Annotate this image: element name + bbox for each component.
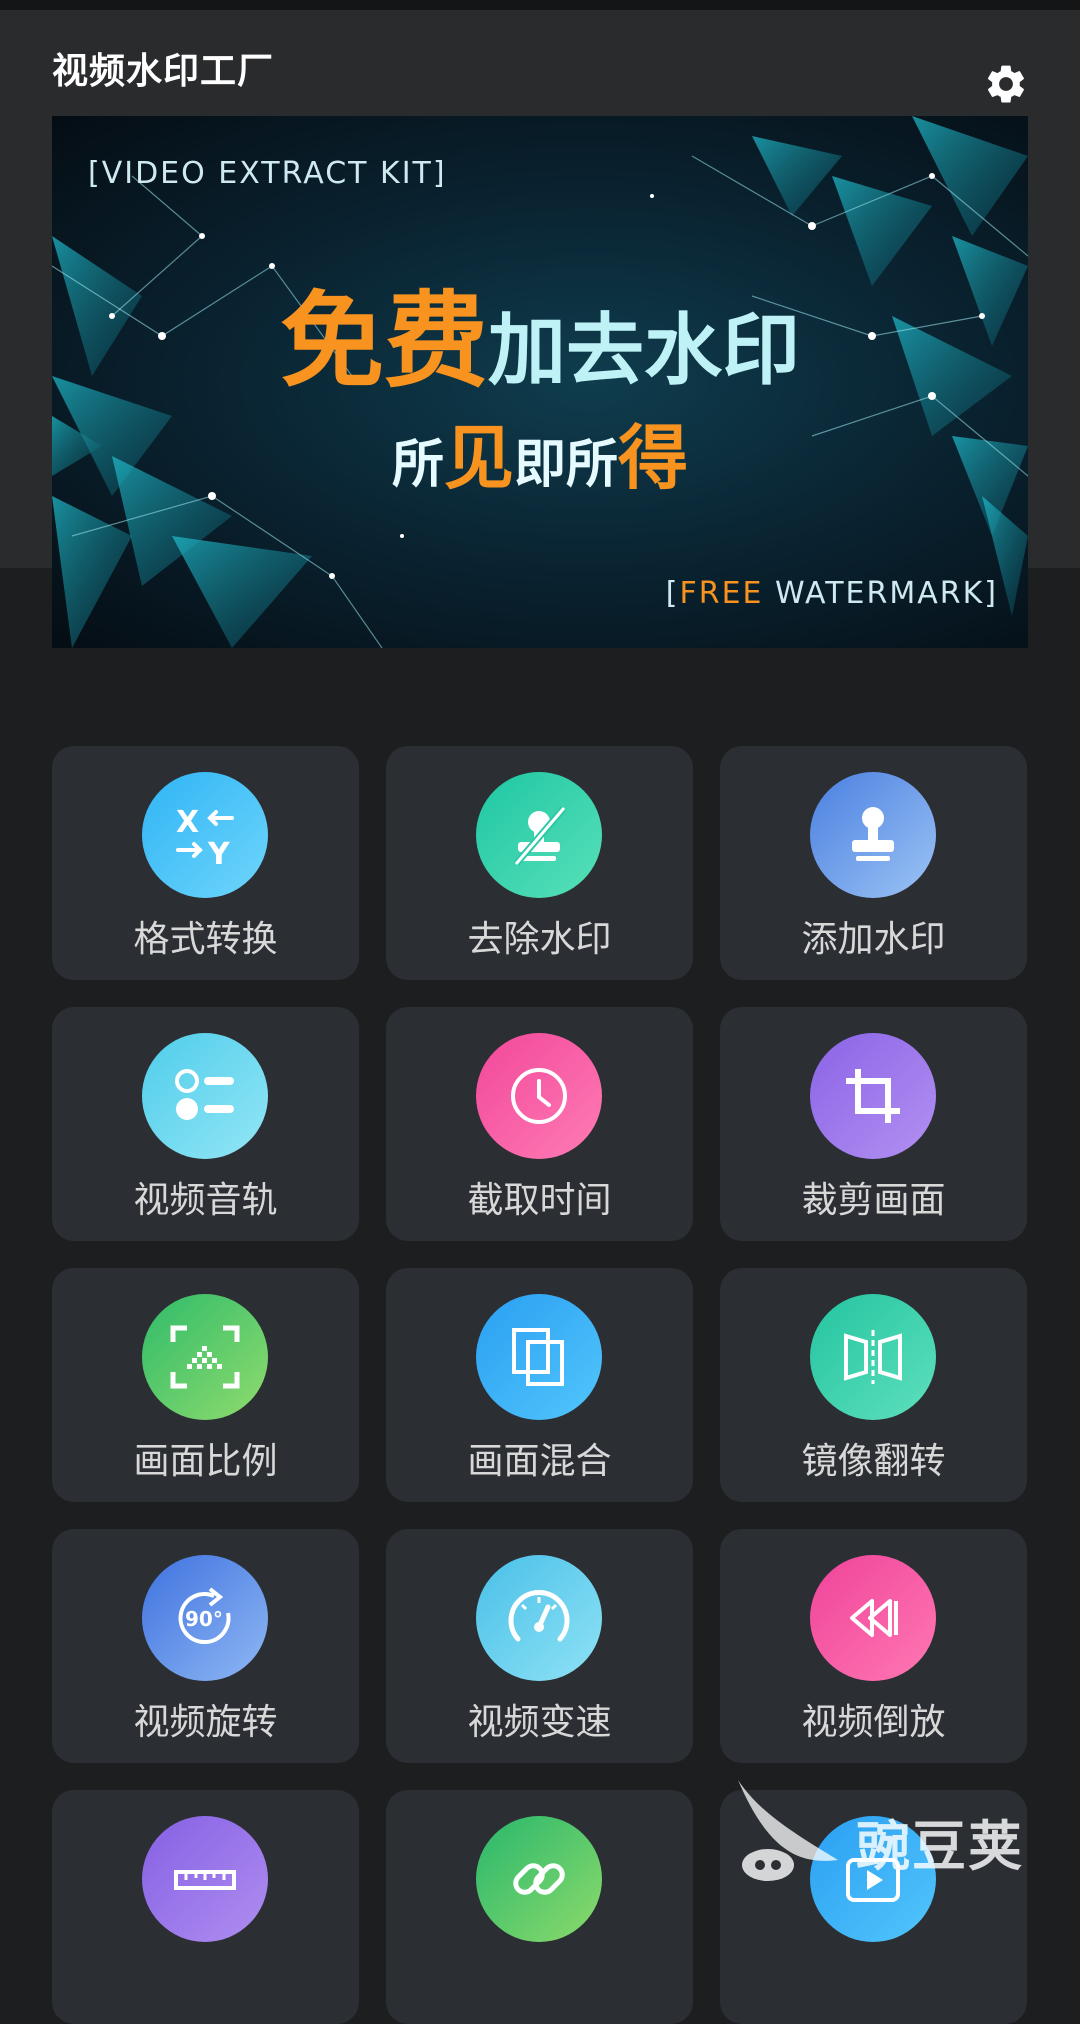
svg-text:X: X [176, 805, 199, 840]
tool-remove-watermark[interactable]: 去除水印 [386, 746, 693, 980]
sub-part2: 即所 [514, 435, 619, 495]
tool-ruler[interactable] [52, 1790, 359, 2024]
tool-blend[interactable]: 画面混合 [386, 1268, 693, 1502]
tool-audio-track[interactable]: 视频音轨 [52, 1007, 359, 1241]
format-convert-icon: X Y [176, 805, 234, 870]
headline-watermark: 加去水印 [488, 306, 801, 396]
tool-label: 视频倒放 [801, 1702, 946, 1743]
status-bar [0, 0, 1080, 10]
tool-label: 镜像翻转 [801, 1441, 946, 1482]
tool-icon-bg [810, 1294, 936, 1420]
stamp-icon [852, 807, 894, 861]
tool-crop[interactable]: 裁剪画面 [720, 1007, 1027, 1241]
tool-trim-time[interactable]: 截取时间 [386, 1007, 693, 1241]
tool-icon-bg [476, 772, 602, 898]
settings-button[interactable] [978, 56, 1034, 112]
tool-format-convert[interactable]: X Y 格式转换 [52, 746, 359, 980]
wandoujia-watermark: 豌豆荚 [728, 1770, 1048, 1890]
tool-icon-bg [476, 1033, 602, 1159]
tool-icon-bg [810, 1555, 936, 1681]
tool-add-watermark[interactable]: 添加水印 [720, 746, 1027, 980]
audio-track-icon [175, 1069, 234, 1120]
svg-text:Y: Y [207, 837, 231, 870]
remove-watermark-icon [513, 805, 567, 867]
ruler-icon [174, 1870, 236, 1890]
banner-tag-bottom: [FREE WATERMARK] [666, 576, 998, 611]
tool-label: 画面比例 [133, 1441, 278, 1482]
tool-icon-bg [476, 1555, 602, 1681]
tool-speed[interactable]: 视频变速 [386, 1529, 693, 1763]
tool-rotate[interactable]: 90° 视频旋转 [52, 1529, 359, 1763]
mirror-flip-icon [844, 1330, 902, 1384]
banner-tag-top: [VIDEO EXTRACT KIT] [88, 156, 447, 191]
tool-label: 视频旋转 [133, 1702, 278, 1743]
rotate-90-icon: 90° [178, 1587, 231, 1645]
tool-label: 添加水印 [801, 919, 946, 960]
tool-icon-bg [142, 1033, 268, 1159]
tag-bottom-rest: WATERMARK] [763, 576, 998, 611]
tool-icon-bg [142, 1816, 268, 1942]
tool-icon-bg: X Y [142, 772, 268, 898]
svg-text:90°: 90° [185, 1607, 223, 1631]
aspect-ratio-icon [170, 1325, 240, 1389]
clock-icon [511, 1068, 567, 1124]
crop-icon [846, 1069, 900, 1123]
tag-bottom-open: [ [665, 576, 680, 611]
tool-icon-bg [476, 1294, 602, 1420]
tool-icon-bg [476, 1816, 602, 1942]
speedometer-icon [508, 1589, 570, 1642]
sub-highlight2: 得 [618, 417, 689, 499]
tool-icon-bg [142, 1294, 268, 1420]
banner-subheadline: 所见即所得 [52, 402, 1028, 503]
headline-free: 免费 [279, 280, 488, 402]
gear-icon [987, 65, 1024, 103]
tag-bottom-free: FREE [679, 576, 764, 611]
tool-icon-bg [810, 1033, 936, 1159]
tool-icon-bg: 90° [142, 1555, 268, 1681]
tool-label: 格式转换 [133, 919, 278, 960]
rewind-icon [850, 1599, 898, 1637]
app-title: 视频水印工厂 [52, 51, 275, 92]
tool-label: 视频音轨 [133, 1180, 278, 1221]
tool-label: 画面混合 [467, 1441, 612, 1482]
tool-label: 视频变速 [467, 1702, 612, 1743]
banner-headline: 免费加去水印 [52, 256, 1028, 407]
tool-label: 裁剪画面 [801, 1180, 946, 1221]
tool-label: 截取时间 [467, 1180, 612, 1221]
tool-label: 去除水印 [467, 919, 612, 960]
promo-banner[interactable]: [VIDEO EXTRACT KIT] 免费加去水印 所见即所得 [FREE W… [52, 116, 1028, 648]
sub-part1: 所 [391, 435, 444, 495]
tool-icon-bg [810, 772, 936, 898]
tool-link[interactable] [386, 1790, 693, 2024]
wandoujia-logo [738, 1780, 838, 1881]
tool-reverse[interactable]: 视频倒放 [720, 1529, 1027, 1763]
tool-aspect-ratio[interactable]: 画面比例 [52, 1268, 359, 1502]
tool-mirror-flip[interactable]: 镜像翻转 [720, 1268, 1027, 1502]
watermark-text: 豌豆荚 [856, 1815, 1024, 1878]
sub-highlight1: 见 [444, 417, 514, 499]
layers-icon [512, 1328, 564, 1386]
link-icon [513, 1863, 565, 1895]
